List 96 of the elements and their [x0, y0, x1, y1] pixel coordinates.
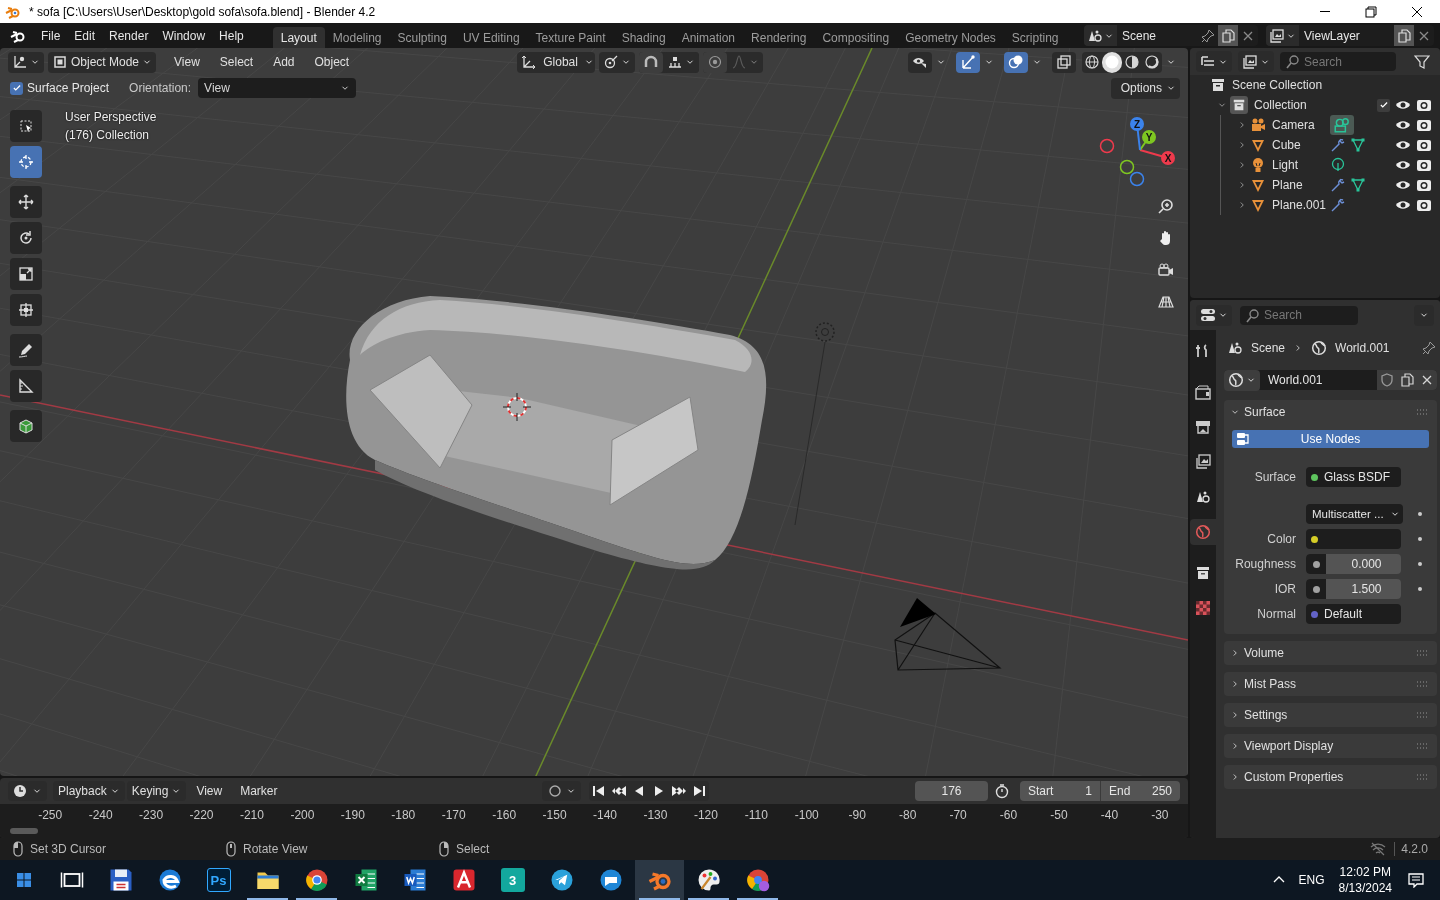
menu-item[interactable]: Edit: [67, 25, 103, 46]
number-field[interactable]: 0.000: [1306, 554, 1401, 574]
frame-tick-label: -110: [743, 808, 769, 822]
orientation-label: Orientation:: [129, 81, 192, 95]
menu-item[interactable]: Help: [212, 25, 251, 46]
search-field[interactable]: Search: [1280, 52, 1396, 71]
distribution-dropdown[interactable]: Multiscatter ...: [1306, 504, 1403, 524]
workspace-tab[interactable]: Shading: [613, 27, 674, 48]
breadcrumb-text: Scene: [1251, 341, 1286, 355]
outliner-item[interactable]: Scene Collection: [1232, 78, 1323, 92]
window-title: * sofa [C:\Users\User\Desktop\gold sofa\sofa.blend] - Blender 4.2: [29, 4, 377, 19]
frame-tick-label: -70: [948, 808, 968, 822]
frame-tick-label: -220: [188, 808, 215, 822]
axis-handle[interactable]: Z: [1130, 117, 1144, 151]
workspace-tab[interactable]: Scripting: [1003, 27, 1067, 48]
orientation-dropdown[interactable]: View: [198, 78, 357, 98]
workspace-tab[interactable]: Modeling: [324, 27, 390, 48]
workspace-tab[interactable]: Geometry Nodes: [897, 27, 1004, 48]
start-frame-field[interactable]: Start 1: [1020, 781, 1100, 801]
search-field[interactable]: Search: [1240, 305, 1358, 325]
workspace-tab[interactable]: Sculpting: [389, 27, 455, 48]
viewport-info-text: (176) Collection: [65, 128, 151, 142]
taskbar-app-button[interactable]: Ps: [194, 860, 243, 900]
socket-field[interactable]: Glass BSDF: [1306, 467, 1401, 487]
frame-tick-label: -230: [138, 808, 165, 822]
status-hint: Set 3D Cursor: [30, 842, 107, 856]
menu-item[interactable]: Select: [209, 51, 264, 73]
outliner-item[interactable]: Plane.001: [1272, 198, 1330, 212]
frame-tick-label: -160: [491, 808, 518, 822]
frame-tick-label: -130: [642, 808, 669, 822]
menu-item[interactable]: Object: [304, 51, 360, 73]
surface-project-checkbox[interactable]: Surface Project: [8, 77, 112, 99]
options-dropdown[interactable]: Options: [1110, 77, 1180, 99]
use-nodes-button[interactable]: Use Nodes: [1232, 430, 1429, 448]
mode-dropdown[interactable]: Object Mode: [48, 51, 156, 73]
outliner-item[interactable]: Light: [1272, 158, 1330, 172]
menu-item[interactable]: Playback: [53, 781, 125, 801]
status-hint: Select: [456, 842, 490, 856]
workspace-tab[interactable]: Animation: [673, 27, 744, 48]
menu-item[interactable]: Window: [155, 25, 213, 46]
frame-tick-label: -140: [592, 808, 619, 822]
frame-tick-label: -250: [37, 808, 64, 822]
frame-tick-label: -120: [692, 808, 719, 822]
frame-tick-label: -150: [541, 808, 568, 822]
workspace-tab[interactable]: Compositing: [814, 27, 898, 48]
menu-item[interactable]: Keying: [126, 781, 187, 801]
outliner-item[interactable]: Plane: [1272, 178, 1330, 192]
frame-tick-label: -100: [793, 808, 820, 822]
frame-tick-label: -80: [898, 808, 918, 822]
frame-tick-label: -60: [998, 808, 1019, 822]
menu-item[interactable]: File: [34, 25, 68, 46]
menu-item[interactable]: Render: [102, 25, 156, 46]
frame-tick-label: -90: [847, 808, 867, 822]
end-frame-field[interactable]: End 250: [1100, 781, 1180, 801]
language-indicator[interactable]: ENG: [1298, 873, 1325, 887]
panel-header[interactable]: Settings: [1224, 703, 1437, 727]
panel-header[interactable]: Viewport Display: [1224, 734, 1437, 758]
workspace-tab[interactable]: Texture Paint: [527, 27, 614, 48]
menu-item[interactable]: Add: [263, 51, 305, 73]
field-label: Normal: [1256, 607, 1296, 621]
status-hint: Rotate View: [243, 842, 308, 856]
workspace-tab[interactable]: UV Editing: [454, 27, 528, 48]
field-label: Color: [1266, 532, 1296, 546]
outliner-item[interactable]: Collection: [1254, 98, 1307, 112]
menu-item[interactable]: View: [188, 781, 231, 801]
panel-header[interactable]: Custom Properties: [1224, 765, 1437, 789]
menu-item[interactable]: Marker: [232, 781, 286, 801]
frame-tick-label: -50: [1049, 808, 1069, 822]
number-field[interactable]: 1.500: [1306, 579, 1401, 599]
field-label: IOR: [1273, 582, 1296, 596]
panel-header[interactable]: Surface: [1224, 400, 1437, 424]
workspace-tab[interactable]: Rendering: [743, 27, 815, 48]
frame-tick-label: -170: [440, 808, 467, 822]
version-label: 4.2.0: [1394, 842, 1428, 856]
transform-orientation-dropdown[interactable]: Global: [517, 51, 596, 73]
breadcrumb-text: World.001: [1335, 341, 1390, 355]
outliner-item[interactable]: Camera: [1272, 118, 1330, 132]
menu-item[interactable]: View: [164, 51, 210, 73]
frame-tick-label: -240: [87, 808, 114, 822]
frame-tick-label: -190: [339, 808, 366, 822]
panel-header[interactable]: Mist Pass: [1224, 672, 1437, 696]
panel-header[interactable]: Volume: [1224, 641, 1437, 665]
clock-button[interactable]: 12:02 PM 8/13/2024: [1338, 865, 1392, 895]
frame-tick-label: -30: [1150, 808, 1170, 822]
field-label: Surface: [1253, 470, 1296, 484]
socket-field[interactable]: Default: [1306, 604, 1401, 624]
workspace-tab[interactable]: Layout: [272, 27, 325, 48]
outliner-item[interactable]: Cube: [1272, 138, 1330, 152]
viewport-info-text: User Perspective: [65, 110, 157, 124]
frame-tick-label: -180: [390, 808, 417, 822]
frame-tick-label: -200: [289, 808, 316, 822]
frame-tick-label: -40: [1099, 808, 1120, 822]
current-frame-field[interactable]: 176: [915, 781, 988, 801]
axis-handle[interactable]: X: [1139, 149, 1175, 165]
field-label: Roughness: [1234, 557, 1296, 571]
frame-tick-label: -210: [238, 808, 265, 822]
